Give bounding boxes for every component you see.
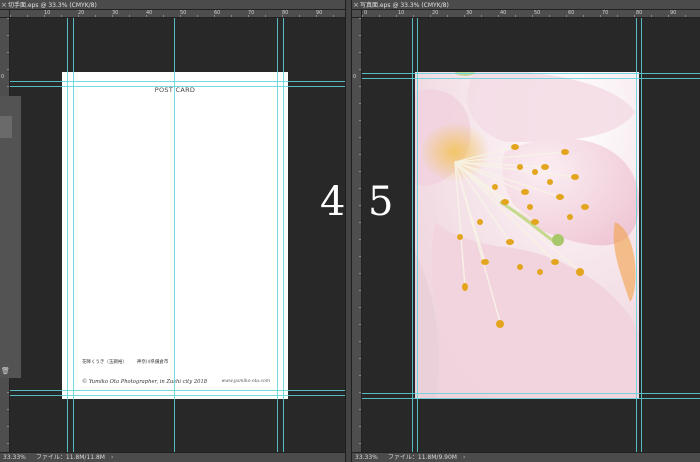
ruler-label: 80	[636, 10, 643, 16]
guide-vertical[interactable]	[73, 18, 74, 452]
postcard-address-side: POST CARD 花降くうき（玉鋼裕） 神奈川県鎌倉市 © Yumiko Ota…	[62, 72, 288, 399]
ruler-label: 90	[670, 10, 677, 16]
ruler-label: 60	[214, 10, 221, 16]
post-card-title: POST CARD	[154, 86, 196, 94]
guide-horizontal[interactable]	[10, 81, 345, 82]
ruler-label: 30	[466, 10, 473, 16]
photographer-city: 神奈川県鎌倉市	[136, 360, 169, 365]
right-document-window[interactable]: ×写真面.eps @ 33.3% (CMYK/8) 0 10 20 30 40 …	[352, 0, 700, 462]
ruler-label: 0	[1, 74, 5, 80]
guide-vertical[interactable]	[636, 18, 637, 452]
ruler-label: 50	[534, 10, 541, 16]
copyright-line: © Yumiko Ota Photographer, in Zushi city…	[82, 379, 208, 385]
ruler-origin[interactable]	[352, 10, 362, 18]
ruler-label: 0	[364, 10, 368, 16]
ruler-origin[interactable]	[0, 10, 10, 18]
photographer-name: 花降くうき（玉鋼裕）	[82, 360, 127, 365]
ruler-label: 40	[146, 10, 153, 16]
vertical-ruler[interactable]: 0	[352, 18, 362, 452]
chevron-right-icon[interactable]: ›	[111, 454, 113, 461]
file-size: ファイル：11.8M/9.90M	[387, 454, 457, 461]
website-url: www.yumiko-ota.com	[221, 379, 270, 384]
ruler-label: 10	[398, 10, 405, 16]
guide-horizontal[interactable]	[362, 78, 700, 79]
ruler-label: 30	[112, 10, 119, 16]
left-document-window[interactable]: ×切手面.eps @ 33.3% (CMYK/8) 10 20 30 40 50…	[0, 0, 345, 462]
ruler-label: 50	[180, 10, 187, 16]
ruler-label: 0	[353, 74, 357, 80]
guide-horizontal[interactable]	[362, 398, 700, 399]
guide-vertical[interactable]	[67, 18, 68, 452]
ruler-label: 70	[602, 10, 609, 16]
chevron-right-icon[interactable]: ›	[463, 454, 465, 461]
guide-horizontal[interactable]	[10, 390, 345, 391]
guide-vertical[interactable]	[277, 18, 278, 452]
ruler-label: 40	[500, 10, 507, 16]
guide-horizontal[interactable]	[362, 393, 700, 394]
trash-icon[interactable]: 🗑	[1, 367, 10, 375]
left-status-bar: 33.33% ファイル：11.8M/11.8M ›	[0, 452, 345, 462]
photographer-address: 花降くうき（玉鋼裕） 神奈川県鎌倉市	[82, 359, 168, 365]
horizontal-ruler[interactable]: 0 10 20 30 40 50 60 70 80 90	[362, 10, 700, 18]
close-icon[interactable]: ×	[0, 0, 8, 10]
right-document-tab[interactable]: ×写真面.eps @ 33.3% (CMYK/8)	[352, 0, 700, 10]
zoom-level[interactable]: 33.33%	[3, 454, 26, 461]
guide-horizontal[interactable]	[362, 73, 700, 74]
guide-vertical[interactable]	[412, 18, 413, 452]
guide-horizontal[interactable]	[10, 86, 345, 87]
ruler-label: 70	[248, 10, 255, 16]
page-number-left: 4	[320, 179, 346, 225]
close-icon[interactable]: ×	[352, 0, 360, 10]
floating-panel[interactable]: 🗑	[0, 96, 22, 378]
guide-vertical[interactable]	[174, 18, 175, 452]
left-document-title: 切手面.eps @ 33.3% (CMYK/8)	[8, 2, 97, 9]
right-document-title: 写真面.eps @ 33.3% (CMYK/8)	[360, 2, 449, 9]
ruler-label: 60	[568, 10, 575, 16]
ruler-label: 20	[432, 10, 439, 16]
cherry-blossom-photo	[415, 72, 639, 399]
panel-strip[interactable]	[0, 116, 12, 138]
file-size: ファイル：11.8M/11.8M	[35, 454, 105, 461]
window-divider[interactable]	[345, 0, 352, 462]
horizontal-ruler[interactable]: 10 20 30 40 50 60 70 80 90	[10, 10, 345, 18]
zoom-level[interactable]: 33.33%	[355, 454, 378, 461]
right-status-bar: 33.33% ファイル：11.8M/9.90M ›	[352, 452, 700, 462]
ruler-label: 80	[282, 10, 289, 16]
postcard-photo-side	[415, 72, 639, 399]
page-number-right: 5	[368, 179, 394, 225]
left-document-tab[interactable]: ×切手面.eps @ 33.3% (CMYK/8)	[0, 0, 345, 10]
ruler-label: 90	[316, 10, 323, 16]
guide-vertical[interactable]	[641, 18, 642, 452]
ruler-label: 20	[78, 10, 85, 16]
ruler-label: 10	[44, 10, 51, 16]
guide-horizontal[interactable]	[10, 395, 345, 396]
guide-vertical[interactable]	[417, 18, 418, 452]
guide-vertical[interactable]	[283, 18, 284, 452]
